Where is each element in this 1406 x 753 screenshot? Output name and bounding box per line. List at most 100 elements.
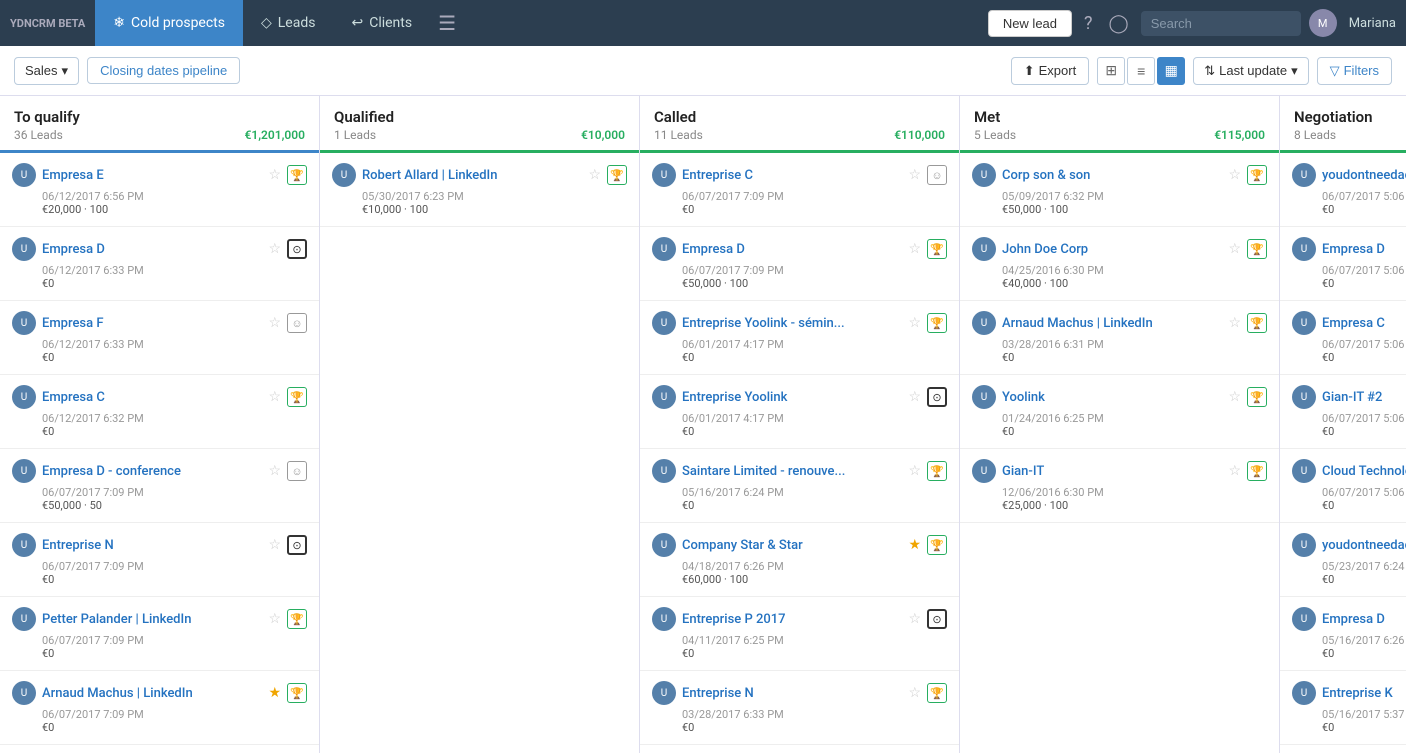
table-row[interactable]: U Empresa D ☆ 05/16/2017 6:26 PM €0	[1280, 597, 1406, 671]
filters-button[interactable]: ▽ Filters	[1317, 57, 1392, 85]
star-icon[interactable]: ☆	[1228, 241, 1241, 257]
tab-clients[interactable]: ↩ Clients	[333, 0, 430, 46]
new-lead-button[interactable]: New lead	[988, 10, 1072, 37]
table-row[interactable]: U Empresa C ☆ 🏆 06/12/2017 6:32 PM €0	[0, 375, 319, 449]
table-row[interactable]: U Empresa D ☆ 06/07/2017 5:06 PM €0	[1280, 227, 1406, 301]
card-name: Empresa D	[1322, 612, 1406, 627]
grid-view-button[interactable]: ⊞	[1097, 57, 1125, 85]
table-row[interactable]: U Empresa E ☆ 🏆 06/12/2017 6:56 PM €20,0…	[0, 153, 319, 227]
kanban-col-met: Met 5 Leads €115,000 U Corp son & son ☆ …	[960, 96, 1280, 753]
star-icon[interactable]: ☆	[908, 685, 921, 701]
star-icon[interactable]: ☆	[1228, 167, 1241, 183]
pipeline-button[interactable]: Closing dates pipeline	[87, 57, 240, 84]
star-icon[interactable]: ☆	[908, 389, 921, 405]
card-amount: €40,000 · 100	[972, 277, 1267, 290]
trophy-icon: 🏆	[927, 461, 947, 481]
table-row[interactable]: U Entreprise K ☆ 05/16/2017 5:37 PM €0	[1280, 671, 1406, 745]
kanban-col-called: Called 11 Leads €110,000 U Entreprise C …	[640, 96, 960, 753]
star-icon[interactable]: ☆	[268, 389, 281, 405]
star-icon[interactable]: ☆	[908, 315, 921, 331]
card-amount: €0	[1292, 425, 1406, 438]
star-icon[interactable]: ☆	[908, 463, 921, 479]
star-icon[interactable]: ☆	[268, 463, 281, 479]
table-row[interactable]: U Entreprise N ☆ ⊙ 06/07/2017 7:09 PM €0	[0, 523, 319, 597]
table-row[interactable]: U Entreprise N ☆ 🏆 03/28/2017 6:33 PM €0	[640, 671, 959, 745]
card-amount: €60,000 · 100	[652, 573, 947, 586]
star-icon[interactable]: ☆	[908, 611, 921, 627]
card-amount: €50,000 · 100	[652, 277, 947, 290]
search-input[interactable]	[1141, 11, 1301, 36]
table-row[interactable]: U Saintare Limited - renouve... ☆ 🏆 05/1…	[640, 449, 959, 523]
kanban-board: To qualify 36 Leads €1,201,000 U Empresa…	[0, 96, 1406, 753]
col-cards-qualified: U Robert Allard | LinkedIn ☆ 🏆 05/30/201…	[320, 153, 639, 753]
card-date: 05/16/2017 6:24 PM	[652, 486, 947, 499]
star-icon[interactable]: ☆	[268, 241, 281, 257]
avatar[interactable]: M	[1309, 9, 1337, 37]
card-date: 06/01/2017 4:17 PM	[652, 412, 947, 425]
chart-view-button[interactable]: ▦	[1157, 57, 1185, 85]
table-row[interactable]: U Arnaud Machus | LinkedIn ☆ 🏆 03/28/201…	[960, 301, 1279, 375]
sort-chevron-icon: ▾	[1291, 63, 1298, 79]
table-row[interactable]: U Cloud Technology ☆ 06/07/2017 5:06 PM …	[1280, 449, 1406, 523]
star-icon[interactable]: ☆	[1228, 389, 1241, 405]
table-row[interactable]: U Empresa C ☆ 06/07/2017 5:06 PM €0	[1280, 301, 1406, 375]
table-row[interactable]: U Empresa D ☆ 🏆 06/07/2017 7:09 PM €50,0…	[640, 227, 959, 301]
table-row[interactable]: U Entreprise P 2017 ☆ ⊙ 04/11/2017 6:25 …	[640, 597, 959, 671]
star-icon[interactable]: ★	[908, 537, 921, 553]
table-row[interactable]: U Robert Allard | LinkedIn ☆ 🏆 05/30/201…	[320, 153, 639, 227]
star-icon[interactable]: ☆	[908, 241, 921, 257]
table-row[interactable]: U Gian-IT #2 ☆ 06/07/2017 5:06 PM €0	[1280, 375, 1406, 449]
diamond-icon: ◇	[261, 15, 272, 31]
table-row[interactable]: U Company Star & Star ★ 🏆 04/18/2017 6:2…	[640, 523, 959, 597]
tab-leads[interactable]: ◇ Leads	[243, 0, 333, 46]
star-icon[interactable]: ☆	[268, 167, 281, 183]
col-header-qualified: Qualified 1 Leads €10,000	[320, 96, 639, 153]
table-row[interactable]: U John Doe Corp ☆ 🏆 04/25/2016 6:30 PM €…	[960, 227, 1279, 301]
avatar: U	[12, 681, 36, 705]
card-amount: €0	[1292, 721, 1406, 734]
table-row[interactable]: U Empresa D - conference ☆ ☺ 06/07/2017 …	[0, 449, 319, 523]
card-amount: €0	[12, 351, 307, 364]
help-icon[interactable]: ?	[1080, 13, 1097, 34]
card-date: 06/07/2017 7:09 PM	[12, 560, 307, 573]
card-date: 06/07/2017 5:06 PM	[1292, 190, 1406, 203]
settings-icon: ⊙	[927, 609, 947, 629]
more-menu-icon[interactable]: ☰	[430, 11, 464, 35]
card-amount: €0	[12, 721, 307, 734]
list-view-button[interactable]: ≡	[1127, 57, 1155, 85]
star-icon[interactable]: ☆	[908, 167, 921, 183]
table-row[interactable]: U Entreprise Yoolink ☆ ⊙ 06/01/2017 4:17…	[640, 375, 959, 449]
table-row[interactable]: U Yoolink ☆ 🏆 01/24/2016 6:25 PM €0	[960, 375, 1279, 449]
bookmark-icon[interactable]: ◯	[1105, 13, 1133, 34]
table-row[interactable]: U Entreprise C ☆ ☺ 06/07/2017 7:09 PM €0	[640, 153, 959, 227]
card-name: Empresa F	[42, 316, 262, 331]
star-icon[interactable]: ☆	[588, 167, 601, 183]
tab-cold-prospects[interactable]: ❄ Cold prospects	[95, 0, 243, 46]
table-row[interactable]: U Gian-IT ☆ 🏆 12/06/2016 6:30 PM €25,000…	[960, 449, 1279, 523]
table-row[interactable]: U Corp son & son ☆ 🏆 05/09/2017 6:32 PM …	[960, 153, 1279, 227]
table-row[interactable]: U Empresa F ☆ ☺ 06/12/2017 6:33 PM €0	[0, 301, 319, 375]
trophy-icon: 🏆	[287, 609, 307, 629]
table-row[interactable]: U Entreprise Yoolink - sémin... ☆ 🏆 06/0…	[640, 301, 959, 375]
table-row[interactable]: U Arnaud Machus | LinkedIn ★ 🏆 06/07/201…	[0, 671, 319, 745]
sort-button[interactable]: ⇅ Last update ▾	[1193, 57, 1308, 85]
user-name-label: Mariana	[1349, 16, 1396, 31]
table-row[interactable]: U Empresa D ☆ ⊙ 06/12/2017 6:33 PM €0	[0, 227, 319, 301]
table-row[interactable]: U Petter Palander | LinkedIn ☆ 🏆 06/07/2…	[0, 597, 319, 671]
star-icon[interactable]: ☆	[1228, 315, 1241, 331]
star-icon[interactable]: ☆	[268, 611, 281, 627]
avatar: U	[652, 311, 676, 335]
star-icon[interactable]: ☆	[268, 537, 281, 553]
star-icon[interactable]: ☆	[268, 315, 281, 331]
col-amount: €1,201,000	[245, 128, 305, 142]
export-button[interactable]: ⬆ Export	[1011, 57, 1089, 85]
card-name: Empresa C	[1322, 316, 1406, 331]
table-row[interactable]: U youdontneedacrm ☆ 05/23/2017 6:24 PM €…	[1280, 523, 1406, 597]
star-icon[interactable]: ☆	[1228, 463, 1241, 479]
table-row[interactable]: U youdontneedacrm ☆ 06/07/2017 5:06 PM €…	[1280, 153, 1406, 227]
star-icon[interactable]: ★	[268, 685, 281, 701]
sales-filter-button[interactable]: Sales ▾	[14, 57, 79, 85]
card-name: Empresa C	[42, 390, 262, 405]
avatar: U	[1292, 163, 1316, 187]
card-amount: €0	[652, 351, 947, 364]
